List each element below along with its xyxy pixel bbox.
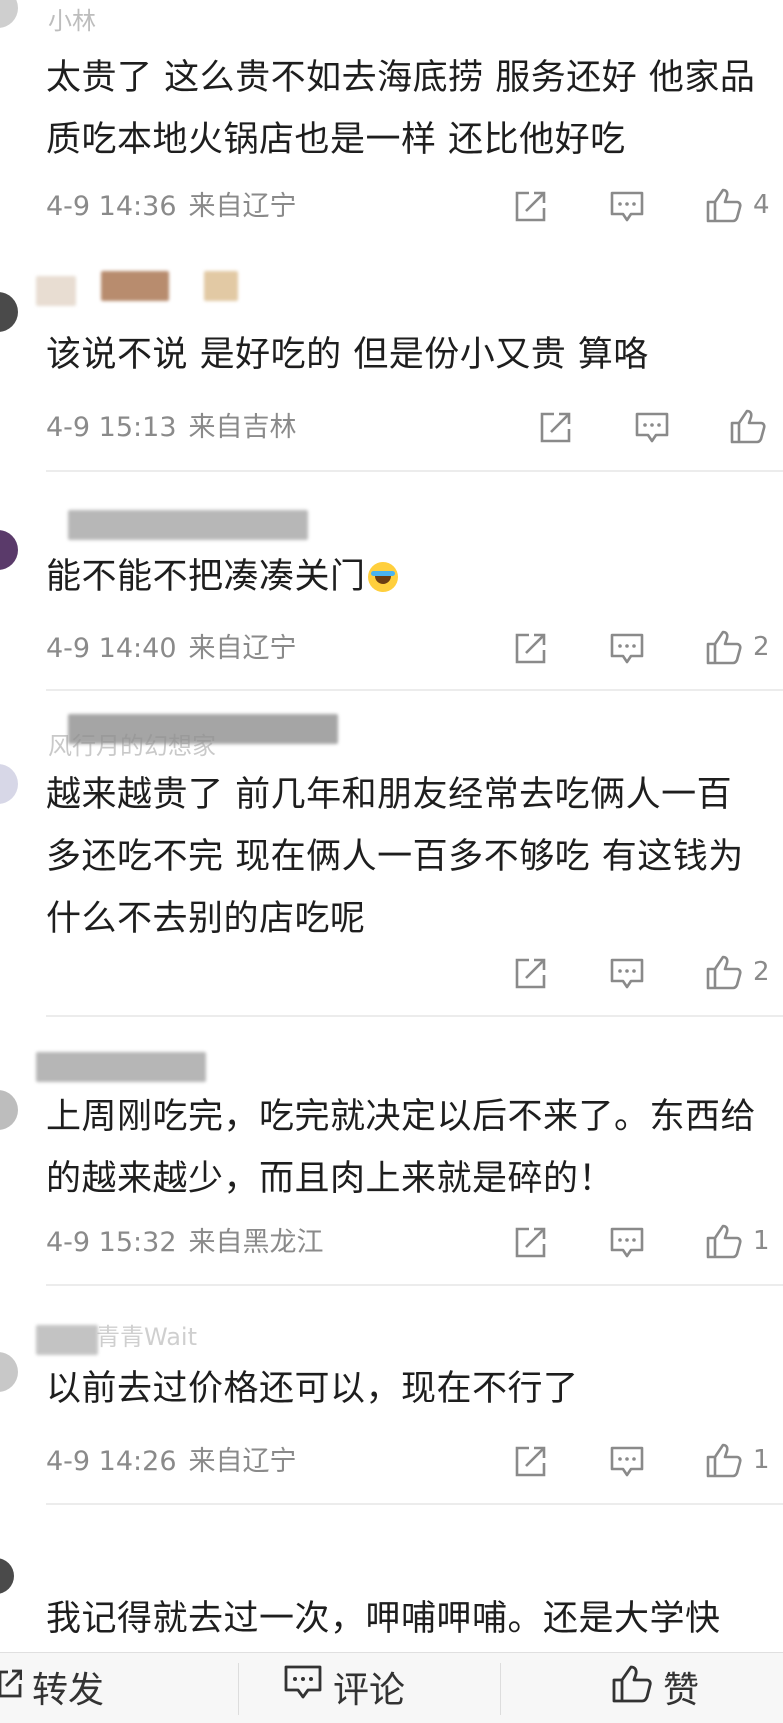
thumbs-up-icon [705,629,743,665]
thumbs-up-icon [705,1442,743,1478]
comment-meta: 4-9 15:32 来自黑龙江 [46,1227,324,1259]
comment-icon [609,1445,645,1479]
comment-time: 4-9 15:32 [46,1227,177,1258]
username-redacted [36,276,76,306]
comment-time: 4-9 14:36 [46,191,177,222]
share-icon [513,190,547,224]
comment-icon [609,190,645,224]
reply-button[interactable] [609,632,645,666]
share-button[interactable] [513,632,547,666]
like-button[interactable]: 4 [705,187,770,223]
reply-button[interactable] [634,411,670,445]
avatar[interactable] [0,1352,18,1392]
avatar[interactable] [0,530,18,570]
thumbs-up-icon [705,187,743,223]
thumbs-up-icon [611,1663,653,1712]
comment-icon [283,1664,323,1711]
like-count: 2 [753,957,770,987]
comment-meta [46,957,58,989]
like-button[interactable]: 1 [705,1442,770,1478]
comment-text: 该说不说 是好吃的 但是份小又贵 算咯 [46,335,649,375]
reply-button[interactable] [609,1226,645,1260]
repost-button[interactable]: 转发 [0,1665,104,1711]
comment-icon [634,411,670,445]
reply-button[interactable] [609,190,645,224]
reply-button[interactable] [609,1445,645,1479]
comment-icon [609,957,645,991]
thumbs-up-icon [705,954,743,990]
comment-time: 4-9 14:40 [46,633,177,664]
comment-time: 4-9 15:13 [46,412,177,443]
share-icon [513,1445,547,1479]
comment-location: 来自辽宁 [188,633,297,664]
comment-meta: 4-9 14:26 来自辽宁 [46,1446,297,1478]
reply-button[interactable] [609,957,645,991]
username-redacted [101,271,169,301]
divider [500,1663,501,1715]
comment-location: 来自吉林 [188,412,297,443]
comment-location: 来自辽宁 [188,1446,297,1477]
like-button[interactable]: 2 [705,954,770,990]
share-button[interactable] [513,1226,547,1260]
thumbs-up-icon [729,408,767,444]
avatar[interactable] [0,292,18,332]
comment-text: 太贵了 这么贵不如去海底捞 服务还好 他家品质吃本地火锅店也是一样 还比他好吃 [46,58,756,160]
username-redacted [36,1325,98,1355]
like-button[interactable]: 1 [705,1223,770,1259]
divider [46,1503,783,1505]
like-count: 1 [753,1226,770,1256]
share-button[interactable] [513,1445,547,1479]
avatar[interactable] [0,0,18,28]
share-button[interactable] [513,190,547,224]
comment-text: 以前去过价格还可以，现在不行了 [46,1369,579,1409]
username-redacted [36,1052,206,1082]
comment-location: 来自辽宁 [188,191,297,222]
comment-text: 我记得就去过一次，呷哺呷哺。还是大学快 [46,1599,721,1639]
comment-time: 4-9 14:26 [46,1446,177,1477]
laughing-tears-emoji-icon [367,562,398,592]
avatar[interactable] [0,1090,18,1130]
bottom-action-bar: 转发 评论 赞 [0,1652,783,1723]
username-redacted [68,714,338,744]
comment-icon [609,1226,645,1260]
comment-username[interactable]: 小林 [48,8,96,34]
thumbs-up-icon [705,1223,743,1259]
share-icon [513,1226,547,1260]
username-redacted [204,271,238,301]
share-icon [538,411,572,445]
share-button[interactable] [538,411,572,445]
repost-label: 转发 [32,1670,105,1711]
comment-meta: 4-9 15:13 来自吉林 [46,412,297,444]
comment-meta: 4-9 14:36 来自辽宁 [46,191,297,223]
like-label: 赞 [663,1670,700,1711]
comment-icon [609,632,645,666]
like-button[interactable] [729,408,777,444]
share-button[interactable] [513,957,547,991]
share-icon [0,1666,23,1709]
comment-username[interactable]: 青青Wait [96,1324,197,1350]
divider [46,689,783,691]
avatar[interactable] [0,764,18,804]
avatar[interactable] [0,1558,14,1594]
comment-meta: 4-9 14:40 来自辽宁 [46,633,297,665]
like-count: 4 [753,190,770,220]
divider [46,1015,783,1017]
share-icon [513,632,547,666]
comment-location: 来自黑龙江 [188,1227,324,1258]
divider [238,1663,239,1715]
divider [46,470,783,472]
username-redacted [68,510,308,540]
share-icon [513,957,547,991]
comment-label: 评论 [333,1670,406,1711]
like-count: 1 [753,1445,770,1475]
comment-text: 能不能不把凑凑关门 [46,546,766,608]
like-button[interactable]: 2 [705,629,770,665]
like-count: 2 [753,632,770,662]
comment-text-content: 能不能不把凑凑关门 [46,557,366,597]
divider [46,1284,783,1286]
comment-button[interactable]: 评论 [283,1664,405,1711]
comment-text: 上周刚吃完，吃完就决定以后不来了。东西给的越来越少，而且肉上来就是碎的！ [46,1097,757,1199]
like-button[interactable]: 赞 [611,1663,699,1712]
comment-text: 越来越贵了 前几年和朋友经常去吃俩人一百多还吃不完 现在俩人一百多不够吃 有这钱… [46,775,744,939]
